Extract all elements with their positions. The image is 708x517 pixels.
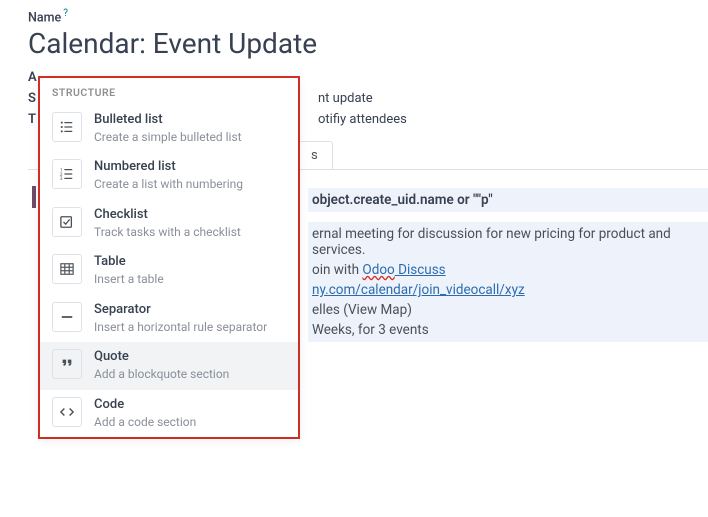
popup-item-numbered-list[interactable]: 123 Numbered list Create a list with num… <box>40 152 298 199</box>
popup-item-checklist[interactable]: Checklist Track tasks with a checklist <box>40 200 298 247</box>
popup-item-title: Table <box>94 254 164 271</box>
page-title: Calendar: Event Update <box>28 27 708 60</box>
row-value-t: otifiy attendees <box>318 112 407 127</box>
content-line-5: elles (View Map) <box>308 300 708 320</box>
videocall-link[interactable]: ny.com/calendar/join_videocall/xyz <box>312 282 525 298</box>
popup-item-title: Separator <box>94 302 267 319</box>
content-line-3: oin with Odoo Discuss <box>308 260 708 280</box>
content-line-2: ernal meeting for discussion for new pri… <box>308 224 708 260</box>
popup-item-title: Numbered list <box>94 159 243 176</box>
popup-item-desc: Insert a horizontal rule separator <box>94 320 267 336</box>
popup-item-title: Bulleted list <box>94 112 242 129</box>
popup-item-desc: Create a list with numbering <box>94 177 243 193</box>
popup-item-title: Code <box>94 397 196 414</box>
popup-item-title: Checklist <box>94 207 241 224</box>
popup-item-desc: Create a simple bulleted list <box>94 130 242 146</box>
popup-item-title: Quote <box>94 349 229 366</box>
popup-item-code[interactable]: Code Add a code section <box>40 390 298 437</box>
table-icon <box>52 254 82 284</box>
accent-bar <box>32 186 36 208</box>
popup-item-separator[interactable]: Separator Insert a horizontal rule separ… <box>40 295 298 342</box>
content-line-1: object.create_uid.name or ""p" <box>308 190 708 210</box>
popup-item-desc: Add a code section <box>94 415 196 431</box>
bulleted-list-icon <box>52 112 82 142</box>
popup-item-bulleted-list[interactable]: Bulleted list Create a simple bulleted l… <box>40 105 298 152</box>
row-value-s: nt update <box>318 91 373 106</box>
popup-item-table[interactable]: Table Insert a table <box>40 247 298 294</box>
content-line-6: Weeks, for 3 events <box>308 320 708 340</box>
popup-item-desc: Insert a table <box>94 272 164 288</box>
separator-icon <box>52 302 82 332</box>
odoo-discuss-link[interactable]: Odoo <box>362 262 394 278</box>
content-line-4: ny.com/calendar/join_videocall/xyz <box>308 280 708 300</box>
popup-item-desc: Track tasks with a checklist <box>94 225 241 241</box>
quote-icon <box>52 349 82 379</box>
popup-item-desc: Add a blockquote section <box>94 367 229 383</box>
tab-item[interactable]: s <box>296 141 333 169</box>
checklist-icon <box>52 207 82 237</box>
popup-section-header: STRUCTURE <box>40 78 298 105</box>
numbered-list-icon: 123 <box>52 159 82 189</box>
help-icon[interactable]: ? <box>63 8 68 19</box>
svg-text:3: 3 <box>60 178 63 182</box>
slash-command-popup: STRUCTURE Bulleted list Create a simple … <box>38 76 300 439</box>
popup-item-quote[interactable]: Quote Add a blockquote section <box>40 342 298 389</box>
name-field-label: Name <box>28 10 61 25</box>
code-icon <box>52 397 82 427</box>
